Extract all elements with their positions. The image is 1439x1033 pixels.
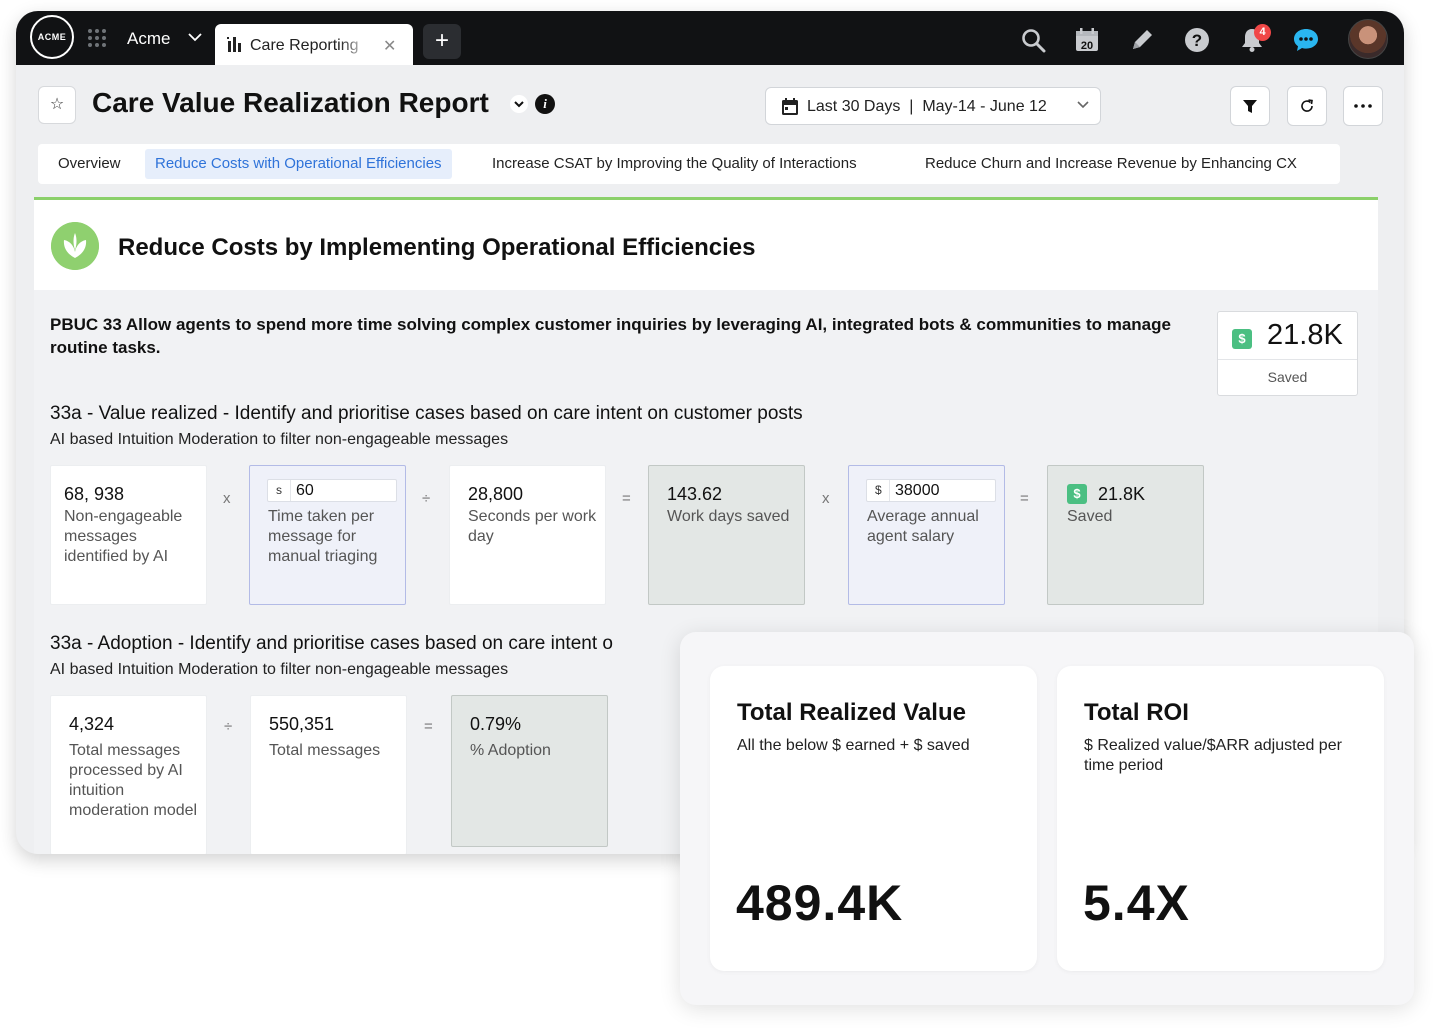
- close-icon[interactable]: ✕: [383, 36, 396, 56]
- page-title: Care Value Realization Report: [92, 87, 489, 118]
- workspace-name[interactable]: Acme: [127, 29, 170, 49]
- value-realized-heading: 33a - Value realized - Identify and prio…: [50, 403, 803, 424]
- metric-label: Total messages processed by AI intuition…: [69, 742, 198, 819]
- filter-icon: [1243, 100, 1257, 113]
- pbuc-description: PBUC 33 Allow agents to spend more time …: [50, 315, 1171, 357]
- more-horizontal-icon: [1354, 104, 1372, 108]
- time-per-message-input[interactable]: s 60: [267, 479, 397, 502]
- top-navigation-bar: ACME Acme Care Reporting ✕ + 20 ? 4: [16, 11, 1404, 65]
- multiply-operator: x: [822, 490, 830, 507]
- metric-value: 28,800: [468, 484, 524, 504]
- divide-operator: ÷: [422, 490, 431, 507]
- chat-icon[interactable]: [1293, 27, 1319, 53]
- refresh-icon: [1301, 99, 1313, 112]
- saved-summary-card: $ 21.8K Saved: [1217, 311, 1358, 396]
- metric-label: Total messages: [269, 742, 381, 759]
- acme-logo[interactable]: ACME: [30, 15, 74, 59]
- metric-value: 4,324: [69, 714, 115, 734]
- refresh-button[interactable]: [1287, 86, 1327, 126]
- agent-salary-input[interactable]: $ 38000: [866, 479, 996, 502]
- tab-care-reporting[interactable]: Care Reporting ✕: [215, 24, 413, 65]
- section-header: Reduce Costs by Implementing Operational…: [34, 200, 1378, 290]
- currency-unit: $: [875, 483, 882, 497]
- chevron-down-icon[interactable]: [510, 95, 528, 113]
- metric-card-total-messages: 550,351 Total messages: [250, 695, 407, 854]
- metric-label: Average annual agent salary: [867, 508, 979, 545]
- equals-operator: =: [1020, 490, 1029, 507]
- metric-value: 550,351: [269, 714, 335, 734]
- favorite-star-button[interactable]: ☆: [38, 86, 76, 124]
- info-icon[interactable]: i: [535, 94, 555, 114]
- svg-text:?: ?: [1192, 31, 1202, 50]
- summary-overlay: Total Realized Value All the below $ ear…: [680, 632, 1414, 1005]
- filter-button[interactable]: [1230, 86, 1270, 126]
- report-tabs: Overview Reduce Costs with Operational E…: [38, 144, 1340, 184]
- equals-operator: =: [622, 490, 631, 507]
- calendar-icon: [782, 98, 798, 115]
- chevron-down-icon[interactable]: [188, 32, 202, 42]
- notification-badge: 4: [1254, 24, 1271, 41]
- tab-reduce-costs[interactable]: Reduce Costs with Operational Efficienci…: [145, 149, 452, 179]
- apps-grid-icon[interactable]: [88, 29, 106, 47]
- divide-operator: ÷: [224, 718, 233, 735]
- metric-card-seconds-per-day: 28,800 Seconds per work day: [449, 465, 606, 605]
- calendar-day: 20: [1081, 40, 1093, 52]
- tab-label: Care Reporting: [250, 37, 359, 54]
- card-subtitle: $ Realized value/$ARR adjusted per time …: [1084, 737, 1342, 774]
- metric-label: Work days saved: [667, 508, 790, 525]
- section-title: Reduce Costs by Implementing Operational…: [118, 234, 756, 261]
- search-icon[interactable]: [1020, 27, 1046, 53]
- tab-reduce-churn[interactable]: Reduce Churn and Increase Revenue by Enh…: [915, 149, 1307, 179]
- date-range-label: Last 30 Days | May-14 - June 12: [807, 98, 1047, 115]
- metric-label: % Adoption: [470, 742, 551, 759]
- metric-label: Seconds per work day: [468, 508, 597, 545]
- result-card-work-days: 143.62 Work days saved: [648, 465, 805, 605]
- input-card-time-per-message: s 60 Time taken per message for manual t…: [249, 465, 406, 605]
- total-realized-value: 489.4K: [736, 875, 904, 931]
- more-options-button[interactable]: [1343, 86, 1383, 126]
- dollar-icon: $: [1067, 484, 1087, 504]
- metric-value: 0.79%: [470, 714, 522, 734]
- metric-label: Non-engageable messages identified by AI: [64, 508, 183, 565]
- total-roi-value: 5.4X: [1083, 875, 1190, 931]
- star-icon: ☆: [49, 96, 65, 113]
- metric-value: 21.8K: [1098, 484, 1146, 504]
- metric-value: 68, 938: [64, 484, 125, 504]
- card-title: Total ROI: [1084, 699, 1189, 726]
- result-card-adoption: 0.79% % Adoption: [451, 695, 608, 847]
- user-avatar[interactable]: [1348, 19, 1388, 59]
- value-realized-description: AI based Intuition Moderation to filter …: [50, 431, 509, 448]
- dollar-icon: $: [1232, 329, 1252, 349]
- multiply-operator: x: [223, 490, 231, 507]
- pencil-icon[interactable]: [1129, 27, 1155, 53]
- equals-operator: =: [424, 718, 433, 735]
- seconds-unit: s: [276, 483, 282, 497]
- card-subtitle: All the below $ earned + $ saved: [737, 737, 970, 754]
- bar-chart-icon: [227, 37, 241, 52]
- result-card-saved: $ 21.8K Saved: [1047, 465, 1204, 605]
- metric-card-processed-messages: 4,324 Total messages processed by AI int…: [50, 695, 207, 854]
- date-range-picker[interactable]: Last 30 Days | May-14 - June 12: [765, 87, 1101, 125]
- chevron-down-icon: [1077, 101, 1089, 109]
- adoption-heading: 33a - Adoption - Identify and prioritise…: [50, 633, 613, 654]
- input-card-agent-salary: $ 38000 Average annual agent salary: [848, 465, 1005, 605]
- tab-overview[interactable]: Overview: [48, 149, 131, 179]
- saved-label: Saved: [1267, 369, 1308, 385]
- total-realized-value-card: Total Realized Value All the below $ ear…: [710, 666, 1037, 971]
- add-tab-button[interactable]: +: [423, 24, 461, 59]
- card-title: Total Realized Value: [737, 699, 966, 726]
- help-icon[interactable]: ?: [1184, 27, 1210, 53]
- input-value: 60: [296, 482, 314, 499]
- metric-card-non-engageable: 68, 938 Non-engageable messages identifi…: [50, 465, 207, 605]
- input-value: 38000: [895, 482, 940, 499]
- metric-label: Time taken per message for manual triagi…: [268, 508, 378, 565]
- calendar-icon[interactable]: 20: [1074, 27, 1100, 53]
- metric-label: Saved: [1067, 508, 1113, 525]
- total-roi-card: Total ROI $ Realized value/$ARR adjusted…: [1057, 666, 1384, 971]
- leaf-icon: [51, 222, 99, 270]
- tab-increase-csat[interactable]: Increase CSAT by Improving the Quality o…: [482, 149, 867, 179]
- metric-value: 143.62: [667, 484, 723, 504]
- adoption-description: AI based Intuition Moderation to filter …: [50, 661, 509, 678]
- saved-value: 21.8K: [1267, 319, 1343, 351]
